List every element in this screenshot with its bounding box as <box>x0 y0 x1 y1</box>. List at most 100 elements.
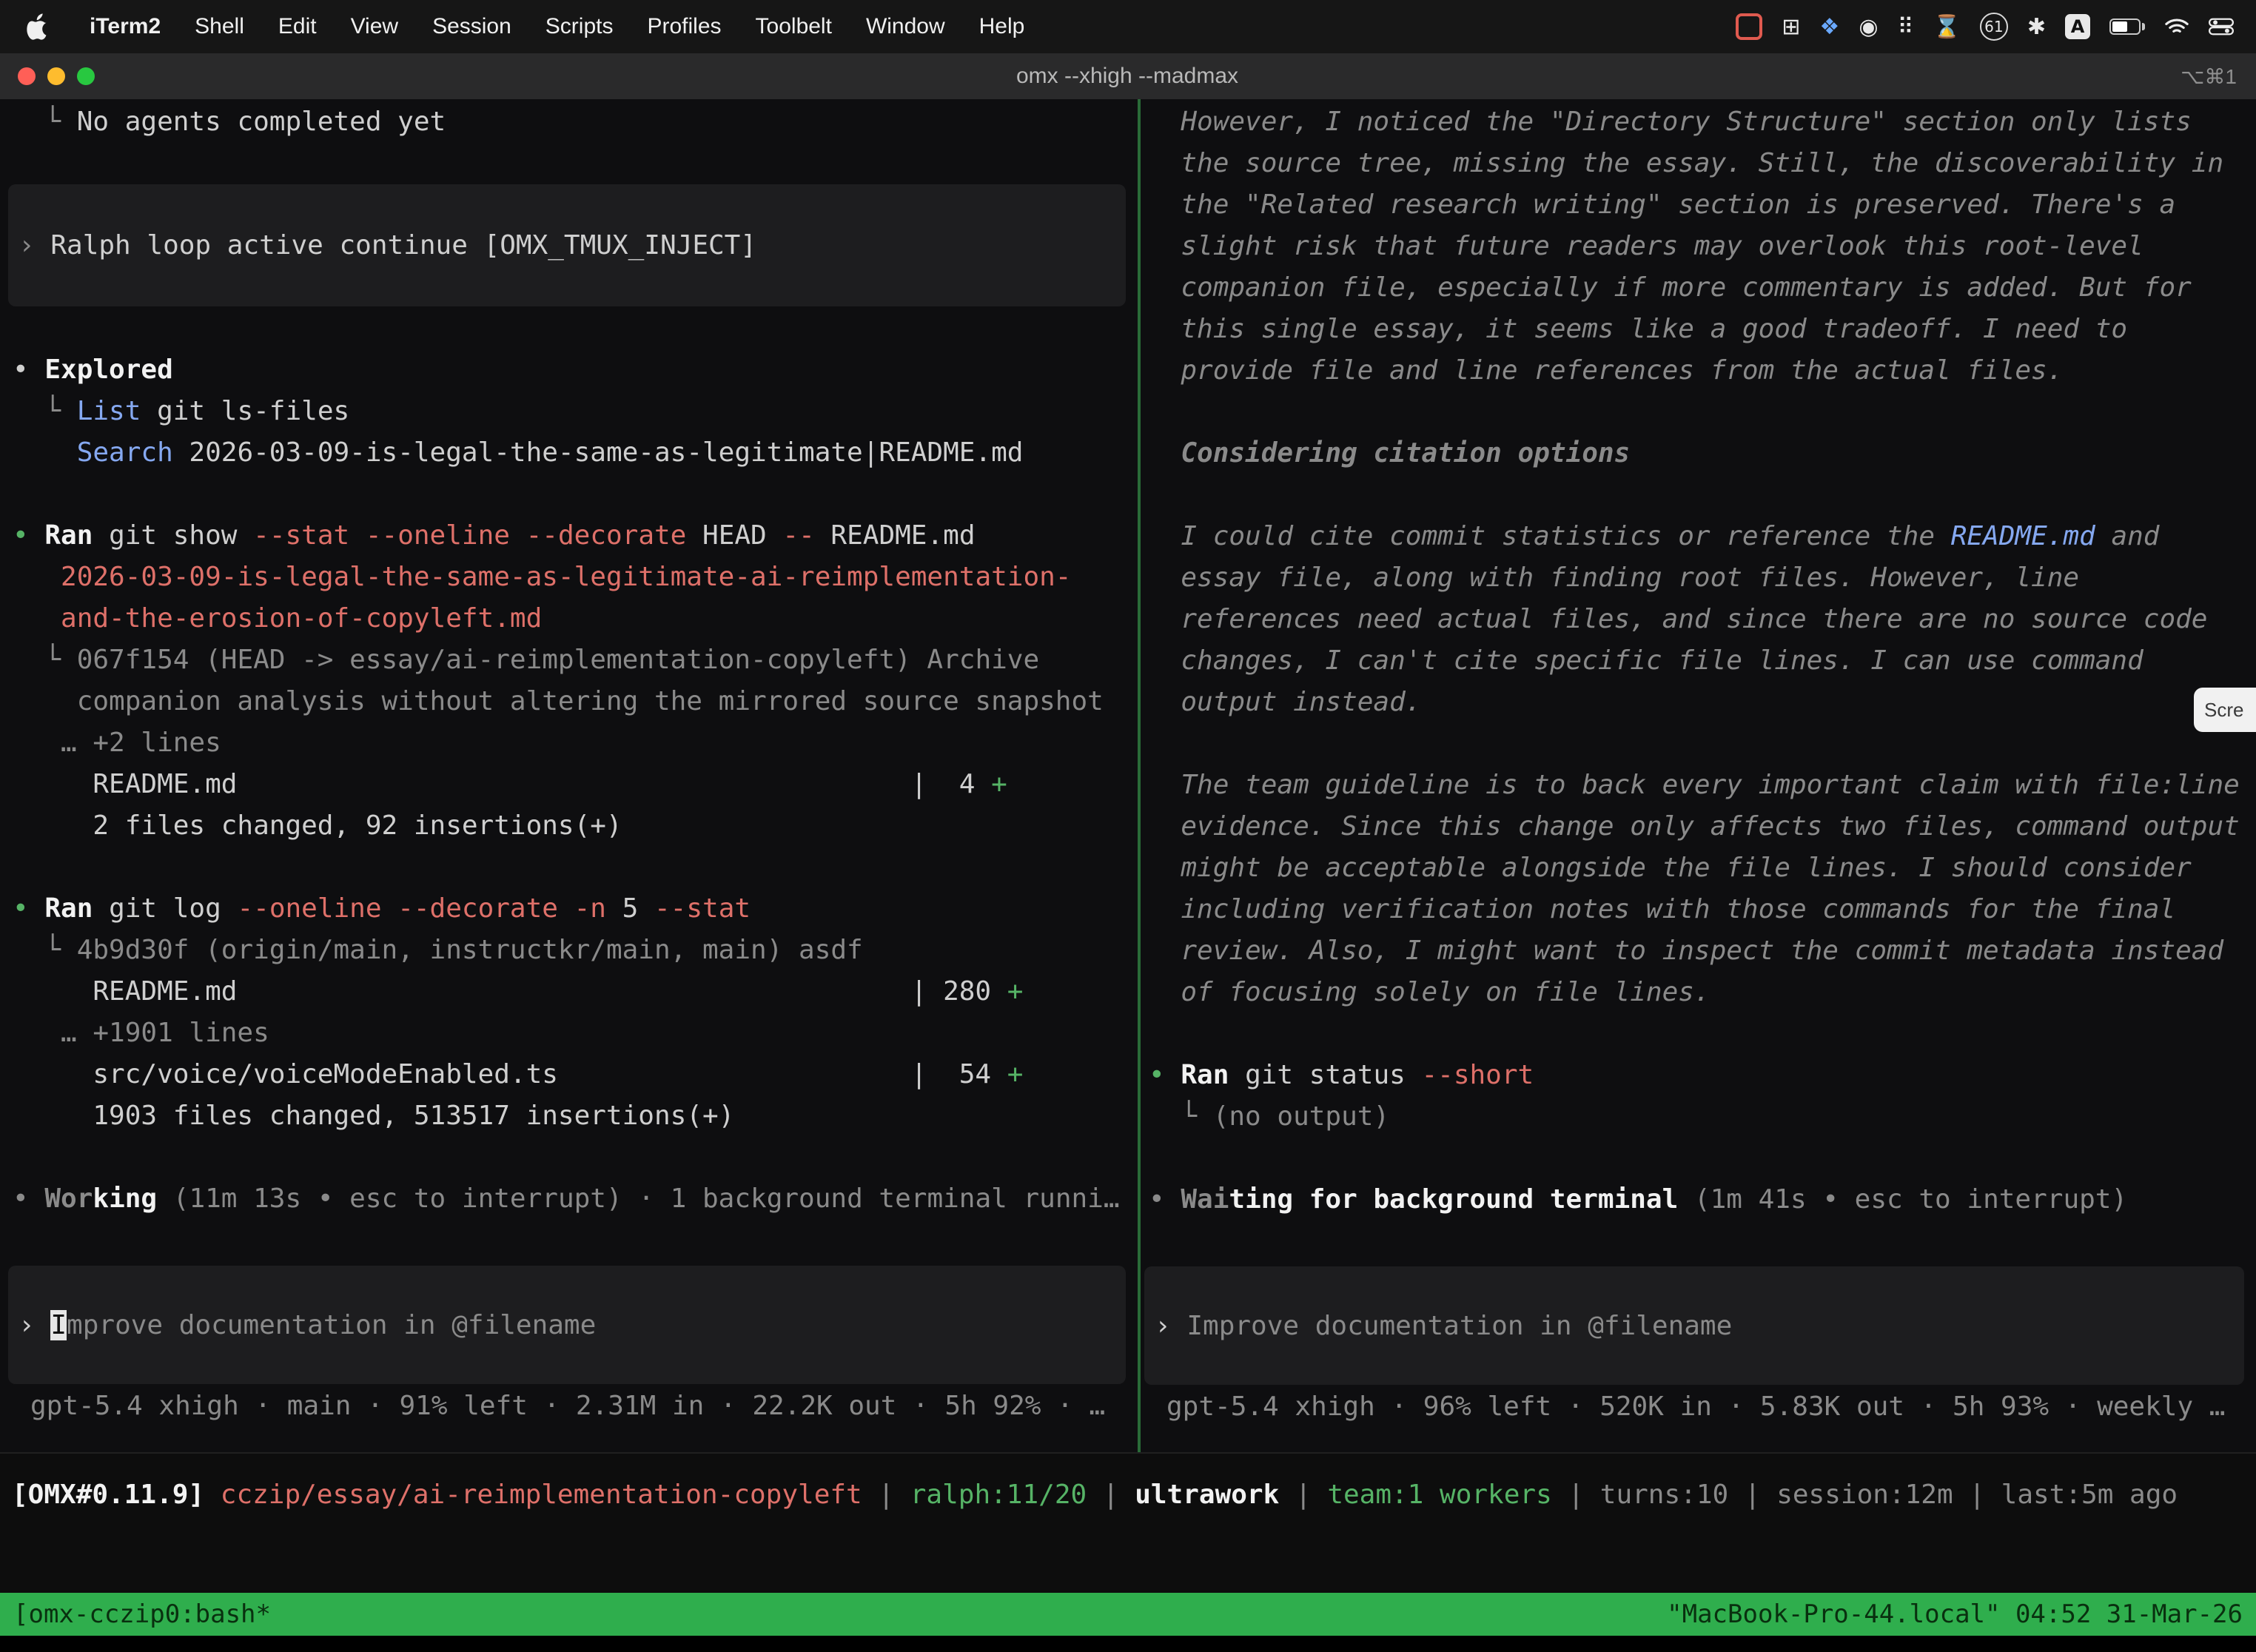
omx-branch: cczip/essay/ai-reimplementation-copyleft <box>221 1480 862 1510</box>
terminal-line: evidence. Since this change only affects… <box>1149 806 2256 847</box>
menu-item-help[interactable]: Help <box>962 0 1042 53</box>
omx-turns: turns:10 <box>1600 1480 1728 1510</box>
text-segment <box>13 437 77 468</box>
text-segment: git status <box>1229 1060 1421 1090</box>
text-segment: › <box>19 1310 50 1340</box>
terminal-line: └ (no output) <box>1149 1096 2256 1138</box>
terminal-line: this single essay, it seems like a good … <box>1149 309 2256 350</box>
text-segment <box>13 562 61 592</box>
text-segment: -- <box>782 520 814 551</box>
menu-item-toolbelt[interactable]: Toolbelt <box>739 0 849 53</box>
text-segment: git log <box>93 893 237 924</box>
terminal-line: However, I noticed the "Directory Struct… <box>1149 101 2256 143</box>
text-segment: companion analysis without altering the … <box>13 686 1104 716</box>
text-segment: Wor <box>44 1183 93 1214</box>
text-segment: README.md <box>815 520 976 551</box>
close-button[interactable] <box>18 67 36 85</box>
battery-percent-badge[interactable]: 61 <box>1980 13 2008 41</box>
terminal-line: 2 files changed, 92 insertions(+) <box>13 805 1138 847</box>
omx-version: [OMX#0.11.9] <box>12 1480 221 1510</box>
text-segment: HEAD <box>686 520 782 551</box>
menu-item-view[interactable]: View <box>334 0 415 53</box>
terminal-pane-left[interactable]: └ No agents completed yet› Ralph loop ac… <box>0 99 1138 1452</box>
menu-item-shell[interactable]: Shell <box>178 0 261 53</box>
assistant-icon[interactable]: ✱ <box>2027 14 2046 40</box>
battery-icon[interactable] <box>2109 19 2145 35</box>
text-segment: The team guideline is to back every impo… <box>1149 770 2240 800</box>
menu-item-edit[interactable]: Edit <box>261 0 334 53</box>
text-segment: … +2 lines <box>13 728 221 758</box>
text-segment: + <box>1007 976 1024 1007</box>
menu-item-window[interactable]: Window <box>849 0 962 53</box>
menu-item-profiles[interactable]: Profiles <box>630 0 738 53</box>
menu-item-scripts[interactable]: Scripts <box>528 0 631 53</box>
terminal-line: › Improve documentation in @filename <box>19 1310 596 1340</box>
text-segment: 2026-03-09-is-legal-the-same-as-legitima… <box>61 562 1071 592</box>
ralph-loop-banner: › Ralph loop active continue [OMX_TMUX_I… <box>8 184 1126 306</box>
blue-app-icon[interactable]: ❖ <box>1819 14 1839 40</box>
terminal-line: companion analysis without altering the … <box>13 681 1138 722</box>
omx-session: session:12m <box>1776 1480 1953 1510</box>
keyboard-grid-icon[interactable]: ⠿ <box>1898 14 1914 40</box>
text-segment: | <box>1953 1480 2001 1510</box>
text-segment: … +1901 lines <box>13 1018 269 1048</box>
text-segment: README.md <box>1951 521 2095 551</box>
menu-item-iterm2[interactable]: iTerm2 <box>73 0 178 53</box>
hourglass-icon[interactable]: ⌛ <box>1933 14 1961 40</box>
terminal-line: › Ralph loop active continue [OMX_TMUX_I… <box>19 230 756 261</box>
text-segment: --stat <box>654 893 751 924</box>
window-manager-icon[interactable]: ⊞ <box>1782 14 1800 40</box>
dark-app-icon[interactable]: ◉ <box>1859 14 1878 40</box>
terminal-line: the source tree, missing the essay. Stil… <box>1149 143 2256 184</box>
prompt-input[interactable]: › Improve documentation in @filename <box>8 1266 1126 1384</box>
terminal-line: might be acceptable alongside the file l… <box>1149 847 2256 889</box>
text-segment: companion file, especially if more comme… <box>1149 272 2192 303</box>
control-center-icon[interactable] <box>2209 18 2234 36</box>
text-segment: └ <box>1149 1101 1213 1132</box>
text-segment: the source tree, missing the essay. Stil… <box>1149 148 2223 178</box>
screen-recording-icon[interactable] <box>1736 13 1762 40</box>
text-segment: + <box>991 769 1007 799</box>
terminal-line: … +2 lines <box>13 722 1138 764</box>
model-status-line: gpt-5.4 xhigh · 96% left · 520K in · 5.8… <box>1149 1386 2256 1428</box>
minimize-button[interactable] <box>47 67 65 85</box>
prompt-input[interactable]: › Improve documentation in @filename <box>1144 1266 2244 1385</box>
menu-item-session[interactable]: Session <box>415 0 528 53</box>
menu-status-icons: ⊞ ❖ ◉ ⠿ ⌛ 61 ✱ A <box>1736 13 2256 41</box>
wifi-icon[interactable] <box>2164 17 2189 36</box>
terminal-line <box>1149 392 2256 433</box>
text-segment: essay file, along with finding root file… <box>1149 563 2079 593</box>
text-segment: List <box>77 396 141 426</box>
text-segment: • <box>1149 1184 1181 1215</box>
text-segment: the "Related research writing" section i… <box>1149 189 2175 220</box>
terminal-line: 2026-03-09-is-legal-the-same-as-legitima… <box>13 557 1138 598</box>
text-segment: However, I noticed the "Directory Struct… <box>1149 107 2192 137</box>
text-segment <box>13 603 61 634</box>
text-segment: • <box>13 355 44 385</box>
terminal-line: 1903 files changed, 513517 insertions(+) <box>13 1095 1138 1137</box>
terminal-line: • Working (11m 13s • esc to interrupt) ·… <box>13 1178 1138 1220</box>
screen-overlay-button[interactable]: Scre <box>2194 688 2256 732</box>
terminal-line: README.md | 4 + <box>13 764 1138 805</box>
terminal-line: Search 2026-03-09-is-legal-the-same-as-l… <box>13 432 1138 474</box>
omx-team: team:1 workers <box>1327 1480 1551 1510</box>
window-title-bar: omx --xhigh --madmax ⌥⌘1 <box>0 53 2256 101</box>
terminal-line: review. Also, I might want to inspect th… <box>1149 930 2256 972</box>
text-segment: --short <box>1421 1060 1534 1090</box>
text-segment: including verification notes with those … <box>1149 894 2175 924</box>
text-segment: slight risk that future readers may over… <box>1149 231 2143 261</box>
terminal-line <box>1149 723 2256 765</box>
terminal-line: • Ran git status --short <box>1149 1055 2256 1096</box>
zoom-button[interactable] <box>77 67 95 85</box>
terminal-pane-right[interactable]: However, I noticed the "Directory Struct… <box>1141 99 2256 1452</box>
text-segment: | <box>1728 1480 1776 1510</box>
text-segment: Explored <box>44 355 172 385</box>
text-segment: No agents completed yet <box>77 107 446 137</box>
text-segment: Wai <box>1181 1184 1229 1215</box>
text-segment: 4b9d30f (origin/main, instructkr/main, m… <box>77 935 863 965</box>
text-segment: 2 files changed, 92 insertions(+) <box>13 810 622 841</box>
input-source-icon[interactable]: A <box>2065 14 2090 39</box>
terminal-line: Considering citation options <box>1149 433 2256 474</box>
apple-menu-icon[interactable] <box>27 12 52 41</box>
screen: iTerm2ShellEditViewSessionScriptsProfile… <box>0 0 2256 1652</box>
